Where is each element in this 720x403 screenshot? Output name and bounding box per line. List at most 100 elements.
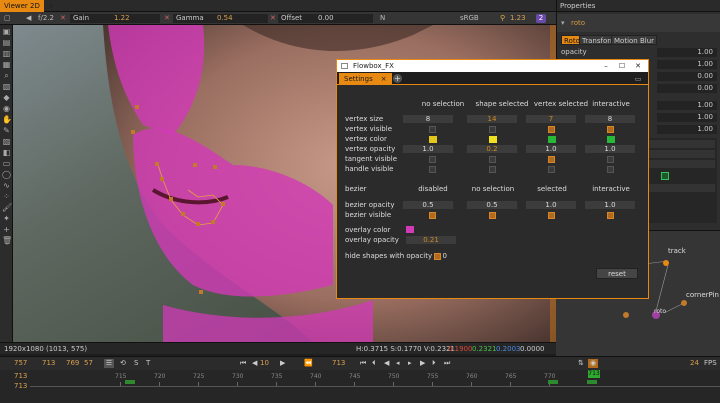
vertex-size-field[interactable]: 14 <box>467 115 517 123</box>
vertex-color-swatch[interactable] <box>548 136 556 143</box>
offset-reset-icon[interactable]: ✕ <box>270 14 276 23</box>
brush-icon[interactable]: 🖌 <box>2 203 12 212</box>
play-icon[interactable]: ▶ <box>420 357 425 370</box>
prev-frame-icon[interactable]: ◂ <box>396 357 400 370</box>
vertex-color-swatch[interactable] <box>489 136 497 143</box>
in-frame[interactable]: 713 <box>42 357 55 370</box>
vertex-visible-checkbox[interactable] <box>548 126 555 133</box>
zoom-value[interactable]: 1.23 <box>510 14 526 23</box>
colorspace-select[interactable]: sRGB <box>460 14 479 23</box>
hand-icon[interactable]: ✋ <box>2 115 12 124</box>
next-frame-icon[interactable]: ▸ <box>408 357 412 370</box>
gain-reset-icon[interactable]: ✕ <box>60 14 66 23</box>
tangent-visible-checkbox[interactable] <box>548 156 555 163</box>
pan-icon[interactable]: ▧ <box>2 82 11 91</box>
zoom-icon[interactable]: ⌕ <box>2 71 11 80</box>
handle-visible-checkbox[interactable] <box>607 166 614 173</box>
handle-visible-checkbox[interactable] <box>548 166 555 173</box>
tangent-visible-checkbox[interactable] <box>429 156 436 163</box>
minimize-icon[interactable]: – <box>599 60 613 72</box>
keyframe-marker[interactable] <box>548 380 558 384</box>
bezier-opacity-field[interactable]: 1.0 <box>585 201 635 209</box>
hide-shapes-checkbox[interactable] <box>434 253 441 260</box>
tab-settings[interactable]: Settings × <box>339 73 392 85</box>
t-toggle[interactable]: T <box>146 357 150 370</box>
overlay-color-swatch[interactable] <box>406 226 414 233</box>
offset-field[interactable]: Offset 0.00 <box>278 14 373 23</box>
to-end-icon[interactable]: ⏭ <box>444 357 450 370</box>
keyframe-marker[interactable] <box>125 380 135 384</box>
track-node[interactable] <box>663 260 669 266</box>
search-icon[interactable]: ⚲ <box>500 14 505 23</box>
points-icon[interactable]: ⁘ <box>2 192 11 201</box>
bezier-visible-checkbox[interactable] <box>429 212 436 219</box>
fps-value[interactable]: 24 <box>690 357 699 370</box>
property-value[interactable]: 0.00 <box>657 84 717 93</box>
vertex-visible-checkbox[interactable] <box>429 126 436 133</box>
trash-icon[interactable]: 🗑 <box>2 236 12 245</box>
start-frame[interactable]: 757 <box>14 357 27 370</box>
frame-b[interactable]: 57 <box>84 357 93 370</box>
vertex-color-swatch[interactable] <box>429 136 437 143</box>
add-tab-icon[interactable]: + <box>393 74 402 83</box>
close-icon[interactable]: × <box>46 0 56 12</box>
property-value[interactable]: 1.00 <box>657 60 717 69</box>
collapse-icon[interactable]: ▾ <box>561 14 565 32</box>
gamma-reset-icon[interactable]: ✕ <box>164 14 170 23</box>
gamma-field[interactable]: Gamma 0.54 <box>173 14 268 23</box>
playhead[interactable]: 713 <box>588 370 600 378</box>
list-item[interactable] <box>643 160 715 168</box>
property-value[interactable]: 1.00 <box>657 125 717 134</box>
bezier-opacity-field[interactable]: 1.0 <box>526 201 576 209</box>
vertex-visible-checkbox[interactable] <box>607 126 614 133</box>
add-icon[interactable]: + <box>2 225 11 234</box>
grid-icon[interactable]: ▦ <box>2 60 11 69</box>
vertex-opacity-field[interactable]: 1.0 <box>526 145 576 153</box>
select-icon[interactable]: ▣ <box>2 27 11 36</box>
eye-icon[interactable]: ◉ <box>2 104 11 113</box>
step-back-icon[interactable]: ◀ <box>252 357 257 370</box>
bezier-opacity-field[interactable]: 0.5 <box>467 201 517 209</box>
ellipse-icon[interactable]: ◯ <box>2 170 11 179</box>
handle-visible-checkbox[interactable] <box>429 166 436 173</box>
panel-menu-icon[interactable]: ▭ <box>630 74 646 84</box>
rect-icon[interactable]: ▭ <box>2 159 11 168</box>
list-item[interactable] <box>643 150 715 158</box>
channel-select[interactable]: N <box>380 14 385 23</box>
vertex-size-field[interactable]: 8 <box>403 115 453 123</box>
bezier-icon[interactable]: ∿ <box>2 181 11 190</box>
bezier-visible-checkbox[interactable] <box>489 212 496 219</box>
paint-icon[interactable]: ◆ <box>2 93 11 102</box>
crop-icon[interactable]: ▥ <box>2 49 11 58</box>
wand-icon[interactable]: ✦ <box>2 214 11 223</box>
opacity-value[interactable]: 1.00 <box>657 48 717 57</box>
step-fwd-icon[interactable]: ▶ <box>280 357 285 370</box>
property-value[interactable]: 1.00 <box>657 113 717 122</box>
cornerpin-node[interactable] <box>681 300 687 306</box>
window-titlebar[interactable]: Flowbox_FX – ☐ ✕ <box>337 60 648 72</box>
roto-node-input[interactable] <box>623 312 629 318</box>
list-item[interactable] <box>643 140 715 148</box>
vertex-opacity-field[interactable]: 1.0 <box>403 145 453 153</box>
rewind-icon[interactable]: ⏴ <box>372 357 376 370</box>
current-frame[interactable]: 713 <box>332 357 345 370</box>
loop-icon[interactable]: ⟲ <box>120 357 126 370</box>
layer-badge[interactable]: 2 <box>536 14 546 23</box>
prev-key-icon[interactable]: ⏪ <box>304 357 313 370</box>
maximize-icon[interactable]: ☐ <box>615 60 629 72</box>
close-icon[interactable]: ✕ <box>631 60 645 72</box>
audio-icon[interactable]: ◉ <box>588 359 598 368</box>
s-toggle[interactable]: S <box>134 357 138 370</box>
play-icon[interactable]: ◀ <box>26 14 31 23</box>
pen-icon[interactable]: ✎ <box>2 126 11 135</box>
vertex-opacity-field[interactable]: 0.2 <box>467 145 517 153</box>
bezier-visible-checkbox[interactable] <box>607 212 614 219</box>
frame-a[interactable]: 769 <box>66 357 79 370</box>
tangent-visible-checkbox[interactable] <box>607 156 614 163</box>
property-value[interactable]: 1.00 <box>657 101 717 110</box>
layer-list[interactable] <box>641 138 717 223</box>
handle-visible-checkbox[interactable] <box>489 166 496 173</box>
mark-icon[interactable]: ☰ <box>104 359 114 368</box>
lock-icon[interactable]: ▢ <box>4 14 11 23</box>
bezier-opacity-field[interactable]: 0.5 <box>403 201 453 209</box>
